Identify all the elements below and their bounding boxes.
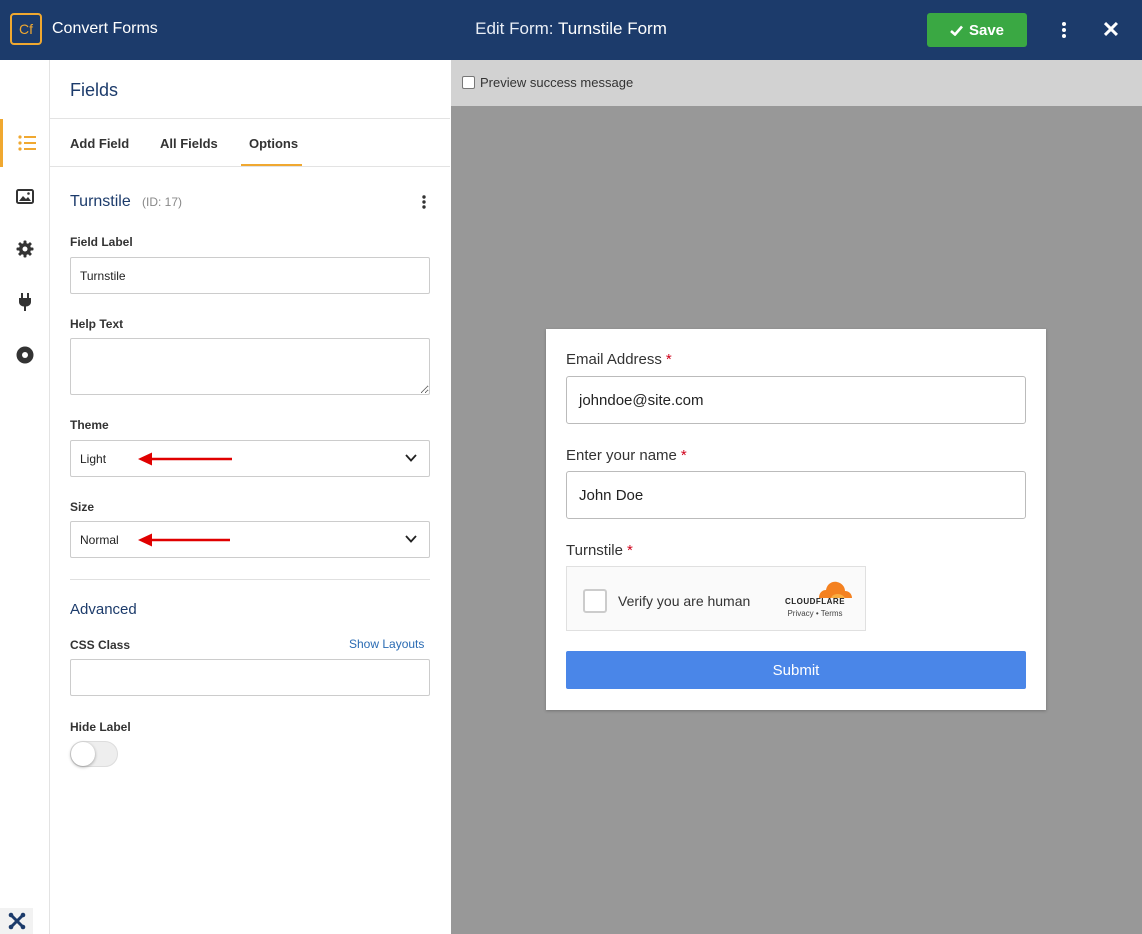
form-preview: Email Address * johndoe@site.com Enter yo… <box>546 329 1046 710</box>
app-name: Convert Forms <box>52 20 158 37</box>
verify-text: Verify you are human <box>618 593 751 609</box>
css-class-label: CSS Class <box>70 638 131 652</box>
size-label: Size <box>70 500 95 514</box>
page-title-prefix: Edit Form: <box>475 19 554 38</box>
email-label: Email Address * <box>566 351 672 368</box>
name-label-text: Enter your name <box>566 447 677 464</box>
preview-toolbar: Preview success message <box>451 60 1142 106</box>
show-layouts-link[interactable]: Show Layouts <box>349 637 424 651</box>
tab-add-field[interactable]: Add Field <box>70 136 129 151</box>
required-marker: * <box>680 447 687 464</box>
tab-all-fields[interactable]: All Fields <box>160 136 218 151</box>
chevron-down-icon <box>405 535 417 543</box>
annotation-arrow-left-icon <box>138 533 230 547</box>
gear-icon[interactable] <box>0 225 50 273</box>
theme-label: Theme <box>70 418 109 432</box>
required-marker: * <box>665 351 672 368</box>
turnstile-widget: Verify you are human CLOUDFLARE Privacy … <box>566 566 866 631</box>
save-button[interactable]: Save <box>927 13 1027 47</box>
top-bar: Cf Convert Forms Edit Form: Turnstile Fo… <box>0 0 1142 60</box>
field-label-input[interactable] <box>70 257 430 294</box>
icon-rail <box>0 60 50 934</box>
css-class-input[interactable] <box>70 659 430 696</box>
theme-select[interactable]: Light <box>70 440 430 477</box>
tab-options[interactable]: Options <box>249 136 298 151</box>
annotation-arrow-left-icon <box>138 452 232 466</box>
preview-canvas: Email Address * johndoe@site.com Enter yo… <box>451 106 1142 934</box>
name-label: Enter your name * <box>566 447 687 464</box>
active-tab-indicator <box>241 164 302 166</box>
list-icon[interactable] <box>0 119 50 167</box>
close-icon[interactable]: ✕ <box>1100 17 1122 42</box>
app-logo-text: Cf <box>19 21 33 37</box>
plug-icon[interactable] <box>0 278 50 326</box>
turnstile-label-text: Turnstile <box>566 542 623 559</box>
field-label-label: Field Label <box>70 235 133 249</box>
privacy-terms-links[interactable]: Privacy • Terms <box>775 609 855 618</box>
submit-button[interactable]: Submit <box>566 651 1026 689</box>
save-button-label: Save <box>968 21 1005 39</box>
app-logo: Cf <box>10 13 42 45</box>
hide-label-toggle[interactable] <box>70 741 118 767</box>
panel-title: Fields <box>70 80 119 100</box>
check-icon <box>950 25 963 36</box>
section-divider <box>70 579 430 580</box>
help-text-input[interactable] <box>70 338 430 395</box>
chevron-down-icon <box>405 454 417 462</box>
verify-checkbox[interactable] <box>583 589 607 613</box>
turnstile-label: Turnstile * <box>566 542 633 559</box>
field-menu-icon[interactable] <box>416 193 432 211</box>
name-field-value: John Doe <box>579 486 644 504</box>
size-select-value: Normal <box>80 532 119 547</box>
circle-dot-icon[interactable] <box>0 331 50 379</box>
size-select[interactable]: Normal <box>70 521 430 558</box>
email-label-text: Email Address <box>566 351 662 368</box>
joomla-icon[interactable] <box>0 908 33 934</box>
help-text-label: Help Text <box>70 317 124 331</box>
field-id: (ID: 17) <box>142 195 183 209</box>
page-title-form-name: Turnstile Form <box>557 19 667 38</box>
image-icon[interactable] <box>0 172 50 220</box>
preview-success-label[interactable]: Preview success message <box>480 75 633 90</box>
field-name: Turnstile <box>70 193 131 210</box>
more-menu-icon[interactable] <box>1055 18 1073 42</box>
theme-select-value: Light <box>80 451 107 466</box>
required-marker: * <box>626 542 633 559</box>
fields-panel: Fields Add Field All Fields Options Turn… <box>50 60 450 934</box>
advanced-section-title: Advanced <box>70 601 137 618</box>
email-field[interactable]: johndoe@site.com <box>566 376 1026 424</box>
email-field-value: johndoe@site.com <box>579 391 704 409</box>
toggle-knob <box>71 742 95 766</box>
preview-success-checkbox[interactable] <box>462 76 475 89</box>
name-field[interactable]: John Doe <box>566 471 1026 519</box>
cloudflare-wordmark: CLOUDFLARE <box>784 597 846 606</box>
panel-tabs: Add Field All Fields Options <box>50 119 450 167</box>
hide-label-label: Hide Label <box>70 720 131 734</box>
